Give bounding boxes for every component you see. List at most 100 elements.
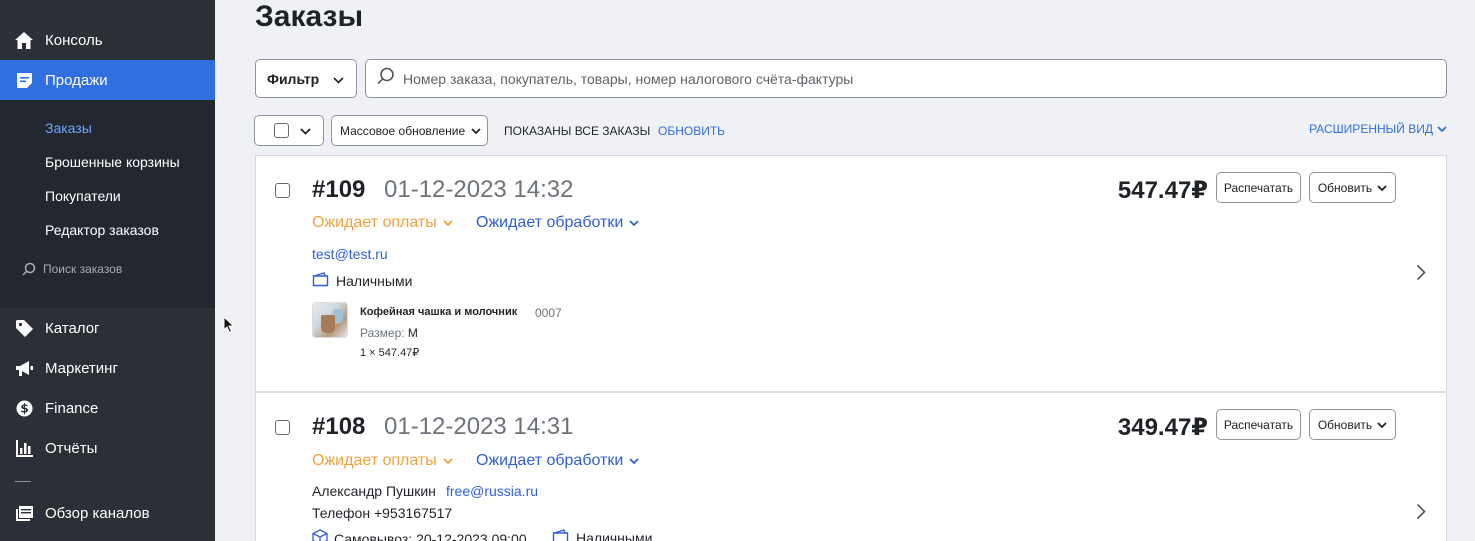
filter-button[interactable]: Фильтр — [255, 59, 357, 98]
product-size-value: M — [407, 326, 418, 340]
order-amount: 349.47₽ — [1117, 414, 1208, 441]
processing-status-dropdown[interactable]: Ожидает обработки — [476, 452, 639, 470]
sidebar-item-label: Каталог — [45, 319, 100, 337]
tag-icon — [14, 318, 34, 338]
sidebar-item-finance[interactable]: $ Finance — [0, 388, 215, 428]
bulk-update-button[interactable]: Массовое обновление — [331, 115, 488, 146]
sidebar-item-label: Finance — [45, 399, 99, 417]
sidebar: Консоль Продажи Заказы Брошенные корзины… — [0, 0, 215, 541]
product-thumbnail[interactable] — [312, 302, 348, 338]
box-icon — [312, 529, 328, 541]
order-number[interactable]: #108 — [312, 413, 365, 441]
channels-icon — [14, 503, 34, 523]
sidebar-item-channels[interactable]: Обзор каналов — [0, 493, 215, 533]
payment-method: Наличными — [552, 529, 652, 541]
filter-label: Фильтр — [267, 70, 320, 87]
product-quantity: 1 × 547.47₽ — [360, 347, 420, 359]
sales-submenu: Заказы Брошенные корзины Покупатели Реда… — [0, 100, 215, 308]
sidebar-item-catalog[interactable]: Каталог — [0, 308, 215, 348]
chevron-down-icon — [471, 124, 481, 138]
select-all-checkbox[interactable] — [274, 123, 289, 138]
chevron-down-icon — [443, 214, 453, 232]
chevron-down-icon — [1377, 181, 1387, 195]
customer-phone: Телефон +953167517 — [312, 505, 453, 521]
sidebar-item-console[interactable]: Консоль — [0, 20, 215, 60]
product-size: Размер: M — [360, 326, 418, 340]
order-checkbox[interactable] — [275, 420, 290, 435]
order-date: 01-12-2023 14:32 — [384, 176, 574, 203]
sidebar-search-label: Поиск заказов — [43, 262, 123, 276]
megaphone-icon — [14, 358, 34, 378]
update-label: Обновить — [1317, 180, 1373, 195]
customer-email-link[interactable]: test@test.ru — [312, 246, 388, 262]
extended-view-label: РАСШИРЕННЫЙ ВИД — [1309, 122, 1433, 136]
sidebar-item-marketing[interactable]: Маркетинг — [0, 348, 215, 388]
order-checkbox[interactable] — [275, 183, 290, 198]
chevron-down-icon — [629, 214, 639, 232]
customer-email-link[interactable]: free@russia.ru — [446, 483, 538, 499]
product-name: Кофейная чашка и молочник — [360, 306, 518, 318]
submenu-item-orders[interactable]: Заказы — [45, 120, 92, 136]
chart-icon — [14, 438, 34, 458]
chevron-down-icon — [1437, 122, 1447, 136]
sidebar-item-label: Отчёты — [45, 439, 98, 457]
chevron-down-icon — [629, 452, 639, 470]
order-card[interactable]: #109 01-12-2023 14:32 547.47₽ Распечатат… — [255, 155, 1447, 392]
order-search-field[interactable] — [365, 59, 1447, 98]
shown-orders-text: ПОКАЗАНЫ ВСЕ ЗАКАЗЫ — [504, 124, 651, 138]
print-button[interactable]: Распечатать — [1216, 409, 1301, 440]
sidebar-order-search[interactable]: Поиск заказов — [22, 262, 122, 276]
submenu-item-customers[interactable]: Покупатели — [45, 188, 121, 204]
customer-name: Александр Пушкин — [312, 483, 436, 499]
select-all-dropdown[interactable] — [254, 115, 324, 146]
order-card[interactable]: #108 01-12-2023 14:31 349.47₽ Распечатат… — [255, 392, 1447, 541]
order-number[interactable]: #109 — [312, 176, 365, 204]
submenu-item-abandoned-carts[interactable]: Брошенные корзины — [45, 154, 180, 170]
payment-method: Наличными — [312, 272, 412, 290]
mouse-cursor-icon — [223, 315, 235, 339]
sidebar-item-sales[interactable]: Продажи — [0, 60, 215, 100]
search-input[interactable] — [403, 70, 1446, 87]
chevron-down-icon — [1377, 418, 1387, 432]
pickup-info: Самовывоз: 20-12-2023 09:00 — [312, 529, 527, 541]
update-dropdown-button[interactable]: Обновить — [1309, 172, 1396, 203]
processing-status-label: Ожидает обработки — [476, 452, 624, 469]
order-date: 01-12-2023 14:31 — [384, 413, 574, 440]
payment-status-dropdown[interactable]: Ожидает оплаты — [312, 452, 453, 470]
svg-text:$: $ — [20, 401, 28, 415]
pickup-label: Самовывоз: 20-12-2023 09:00 — [334, 530, 527, 541]
chevron-right-icon[interactable] — [1416, 503, 1426, 525]
home-icon — [14, 30, 34, 50]
processing-status-label: Ожидает обработки — [476, 214, 624, 231]
order-amount: 547.47₽ — [1117, 177, 1208, 204]
payment-status-dropdown[interactable]: Ожидает оплаты — [312, 214, 453, 232]
product-sku: 0007 — [535, 306, 562, 320]
sidebar-item-label: Консоль — [45, 31, 103, 49]
sidebar-item-label: Обзор каналов — [45, 504, 150, 522]
wallet-icon — [312, 272, 330, 290]
sidebar-item-reports[interactable]: Отчёты — [0, 428, 215, 468]
update-dropdown-button[interactable]: Обновить — [1309, 409, 1396, 440]
chevron-down-icon — [333, 71, 344, 87]
processing-status-dropdown[interactable]: Ожидает обработки — [476, 214, 639, 232]
chevron-down-icon — [300, 122, 311, 140]
payment-method-label: Наличными — [336, 273, 413, 289]
refresh-link[interactable]: ОБНОВИТЬ — [658, 124, 725, 138]
sidebar-item-label: Маркетинг — [45, 359, 118, 377]
product-size-label: Размер: — [360, 326, 405, 340]
sidebar-item-label: Продажи — [45, 71, 108, 89]
payment-method-label: Наличными — [576, 530, 653, 541]
payment-status-label: Ожидает оплаты — [312, 214, 437, 231]
sales-icon — [14, 70, 34, 90]
page-title: Заказы — [255, 0, 364, 33]
chevron-down-icon — [443, 452, 453, 470]
search-icon — [377, 67, 395, 90]
update-label: Обновить — [1317, 417, 1373, 432]
submenu-item-order-editor[interactable]: Редактор заказов — [45, 222, 159, 238]
print-button[interactable]: Распечатать — [1216, 172, 1301, 203]
sidebar-divider — [15, 481, 31, 482]
extended-view-toggle[interactable]: РАСШИРЕННЫЙ ВИД — [1309, 122, 1447, 136]
chevron-right-icon[interactable] — [1416, 264, 1426, 286]
dollar-icon: $ — [14, 398, 34, 418]
payment-status-label: Ожидает оплаты — [312, 452, 437, 469]
